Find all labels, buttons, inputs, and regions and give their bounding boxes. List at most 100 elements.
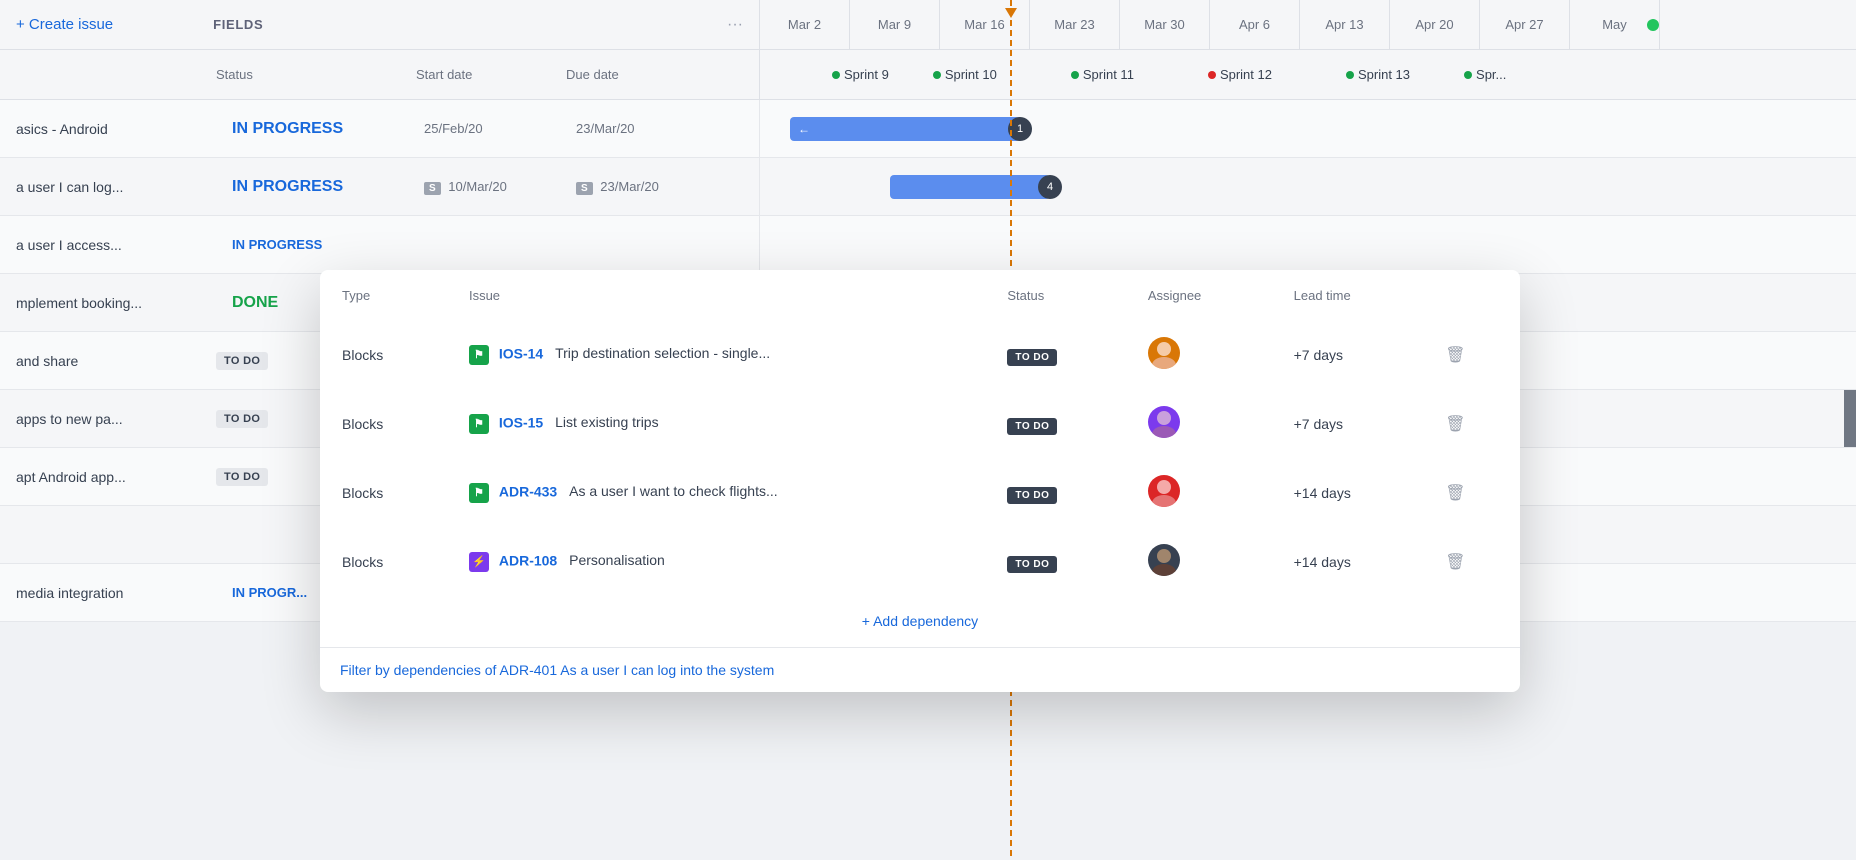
gantt-row: 4	[760, 158, 1856, 215]
dep-status: TO DO	[987, 528, 1125, 595]
row-left: a user I can log... IN PROGRESS S 10/Mar…	[0, 158, 760, 215]
issue-icon-green: ⚑	[469, 345, 489, 365]
modal-body: Blocks ⚑ IOS-14 Trip destination selecti…	[322, 321, 1518, 595]
s-badge: S	[576, 182, 593, 195]
avatar	[1148, 544, 1180, 576]
sprint-12-dot	[1208, 71, 1216, 79]
row-name: asics - Android	[16, 121, 216, 137]
sprint-13-dot	[1346, 71, 1354, 79]
sprint-11-dot	[1071, 71, 1079, 79]
issue-link[interactable]: IOS-14	[499, 345, 543, 361]
status-badge: TO DO	[216, 410, 268, 428]
date-apr13: Apr 13	[1300, 0, 1390, 49]
status-badge: IN PROGRESS	[216, 178, 416, 196]
fields-dots-menu[interactable]: ···	[727, 16, 743, 34]
bar-count: 4	[1038, 175, 1062, 199]
filter-dependencies-link[interactable]: Filter by dependencies of ADR-401 As a u…	[320, 648, 1520, 692]
issue-link[interactable]: ADR-108	[499, 552, 557, 568]
delete-icon[interactable]: 🗑	[1445, 554, 1465, 571]
dependency-row: Blocks ⚑ IOS-14 Trip destination selecti…	[322, 321, 1518, 388]
due-date-header: Due date	[550, 67, 700, 82]
avatar	[1148, 406, 1180, 438]
create-issue-button[interactable]: + Create issue	[16, 16, 113, 33]
delete-icon[interactable]: 🗑	[1445, 416, 1465, 433]
table-row: a user I can log... IN PROGRESS S 10/Mar…	[0, 158, 1856, 216]
sprint-10-dot	[933, 71, 941, 79]
issue-header: Issue	[449, 272, 985, 319]
row-name: mplement booking...	[16, 295, 216, 311]
avatar-img	[1148, 337, 1180, 369]
sprint-10: Sprint 10	[921, 67, 1009, 82]
gantt-row: ← 1	[760, 100, 1856, 157]
sprint-12: Sprint 12	[1196, 67, 1284, 82]
dep-delete[interactable]: 🗑	[1425, 321, 1518, 388]
leadtime-header: Lead time	[1274, 272, 1424, 319]
issue-title: List existing trips	[555, 414, 658, 430]
dep-delete[interactable]: 🗑	[1425, 528, 1518, 595]
gantt-header: + Create issue FIELDS ··· Mar 2 Mar 9 Ma…	[0, 0, 1856, 50]
column-headers: Status Start date Due date	[0, 50, 760, 100]
dependency-row: Blocks ⚑ IOS-15 List existing trips TO D…	[322, 390, 1518, 457]
date-mar2: Mar 2	[760, 0, 850, 49]
issue-link[interactable]: ADR-433	[499, 483, 557, 499]
modal-header: Type Issue Status Assignee Lead time	[322, 272, 1518, 319]
dep-status: TO DO	[987, 321, 1125, 388]
dep-status: TO DO	[987, 390, 1125, 457]
dependency-modal: Type Issue Status Assignee Lead time Blo…	[320, 270, 1520, 692]
row-left: a user I access... IN PROGRESS	[0, 216, 760, 273]
sidebar-handle	[1844, 390, 1856, 447]
start-date-header: Start date	[400, 67, 550, 82]
dep-leadtime: +14 days	[1274, 528, 1424, 595]
issue-icon-purple: ⚡	[469, 552, 489, 572]
today-arrow	[1005, 8, 1017, 18]
row-left: asics - Android IN PROGRESS 25/Feb/20 23…	[0, 100, 760, 157]
row-name: media integration	[16, 585, 216, 601]
issue-link[interactable]: IOS-15	[499, 414, 543, 430]
issue-icon-green: ⚑	[469, 483, 489, 503]
sprint-13: Sprint 13	[1334, 67, 1422, 82]
date-may: May	[1570, 0, 1660, 49]
date-mar23: Mar 23	[1030, 0, 1120, 49]
start-date: 25/Feb/20	[416, 121, 576, 136]
date-mar9: Mar 9	[850, 0, 940, 49]
gantt-bar: ← 1	[790, 117, 1020, 141]
delete-icon[interactable]: 🗑	[1445, 347, 1465, 364]
dep-assignee	[1128, 321, 1272, 388]
issue-icon-green: ⚑	[469, 414, 489, 434]
sprint-next-dot	[1464, 71, 1472, 79]
avatar-img	[1148, 544, 1180, 576]
dep-type: Blocks	[322, 390, 447, 457]
dates-header: Mar 2 Mar 9 Mar 16 Mar 23 Mar 30 Apr 6 A…	[760, 0, 1856, 49]
status-header: Status	[200, 67, 400, 82]
status-badge: TO DO	[1007, 487, 1057, 504]
start-date: S 10/Mar/20	[416, 179, 576, 194]
dep-assignee	[1128, 528, 1272, 595]
row-name: and share	[16, 353, 216, 369]
dep-delete[interactable]: 🗑	[1425, 459, 1518, 526]
s-badge: S	[424, 182, 441, 195]
row-name: apps to new pa...	[16, 411, 216, 427]
gantt-row	[760, 216, 1856, 273]
dep-type: Blocks	[322, 459, 447, 526]
dep-leadtime: +7 days	[1274, 390, 1424, 457]
date-apr20: Apr 20	[1390, 0, 1480, 49]
status-badge: TO DO	[1007, 349, 1057, 366]
dep-issue: ⚑ IOS-15 List existing trips	[449, 390, 985, 457]
table-row: asics - Android IN PROGRESS 25/Feb/20 23…	[0, 100, 1856, 158]
status-badge: TO DO	[1007, 418, 1057, 435]
status-badge: IN PROGRESS	[216, 237, 416, 252]
create-issue-label: + Create issue	[16, 16, 113, 33]
dep-issue: ⚑ ADR-433 As a user I want to check flig…	[449, 459, 985, 526]
add-dependency-section: + Add dependency	[320, 597, 1520, 648]
dep-type: Blocks	[322, 321, 447, 388]
dependency-row: Blocks ⚑ ADR-433 As a user I want to che…	[322, 459, 1518, 526]
action-header	[1425, 272, 1518, 319]
sprint-9: Sprint 9	[820, 67, 901, 82]
delete-icon[interactable]: 🗑	[1445, 485, 1465, 502]
table-row: a user I access... IN PROGRESS	[0, 216, 1856, 274]
dep-leadtime: +14 days	[1274, 459, 1424, 526]
sprint-row: Sprint 9 Sprint 10 Sprint 11 Sprint 12 S…	[760, 50, 1856, 100]
add-dependency-button[interactable]: + Add dependency	[862, 613, 978, 629]
dep-delete[interactable]: 🗑	[1425, 390, 1518, 457]
sprint-next: Spr...	[1452, 67, 1518, 82]
